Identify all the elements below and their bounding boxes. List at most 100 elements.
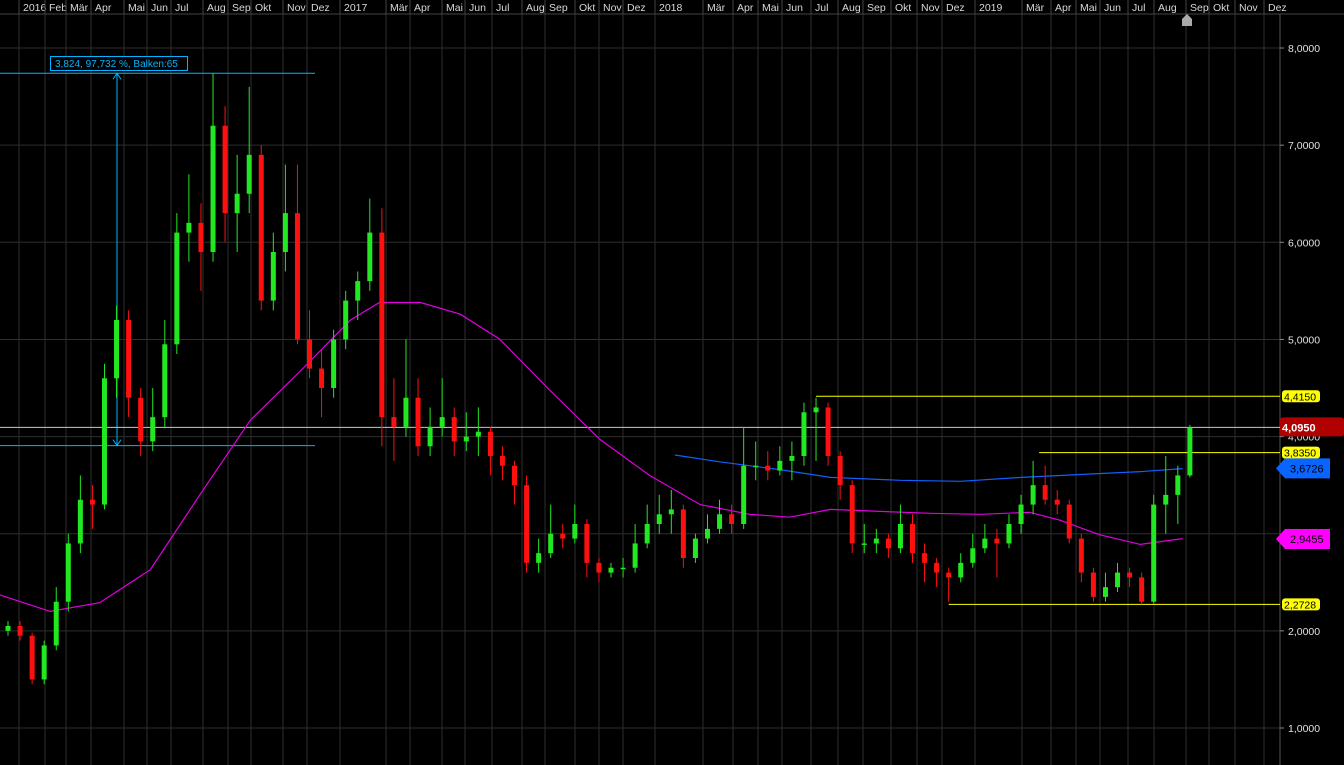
price-axis-label: 8,0000 (1288, 43, 1320, 55)
candle-body (294, 213, 300, 340)
candle-body (608, 567, 614, 573)
candle-body (307, 339, 312, 369)
candle-body (1018, 504, 1024, 525)
price-axis-label: 6,0000 (1288, 237, 1320, 249)
candle-body (873, 538, 879, 544)
candle-body (1187, 427, 1193, 476)
moving-average-blue (674, 454, 1183, 482)
time-axis-label: 2018 (659, 2, 683, 14)
candle-body (560, 533, 566, 539)
time-axis-label: Mär (1026, 2, 1045, 14)
candle-body (53, 601, 59, 646)
candle-body (403, 397, 409, 427)
time-axis-label: Aug (526, 2, 545, 14)
candle-body (704, 528, 710, 539)
candle-body (186, 222, 192, 233)
candle-body (222, 125, 228, 214)
candle-body (319, 368, 325, 389)
price-axis-label: 5,0000 (1288, 334, 1320, 346)
measure-label: 3,824, 97,732 %, Balken:65 (55, 59, 178, 70)
candle-body (572, 524, 578, 539)
candle-body (1102, 587, 1108, 597)
candle-body (17, 626, 23, 636)
candle-body (379, 232, 385, 418)
candle-body (1066, 504, 1072, 539)
moving-average-magenta (0, 301, 1183, 613)
time-axis-label: Okt (579, 2, 595, 14)
candle-body (548, 533, 554, 554)
ma-price-tag-label: 2,9455 (1290, 534, 1324, 546)
candle-body (198, 222, 204, 253)
candle-body (536, 553, 542, 563)
time-axis-label: Dez (627, 2, 646, 14)
candle-body (946, 572, 952, 578)
candle-body (1078, 538, 1084, 573)
time-axis-label: Nov (287, 2, 306, 14)
candle-body (41, 645, 47, 680)
candle-body (596, 562, 602, 573)
last-price-label: 4,0950 (1282, 422, 1316, 434)
time-axis-label: Sep (867, 2, 886, 14)
candle-body (584, 524, 590, 563)
candle-body (982, 538, 988, 549)
time-axis-label: 2017 (344, 2, 368, 14)
candle-body (1139, 577, 1145, 602)
time-axis-label: Jun (786, 2, 803, 14)
candle-body (837, 456, 843, 486)
time-axis-label: Mai (762, 2, 779, 14)
time-axis-label: Aug (842, 2, 861, 14)
candle-body (692, 538, 698, 559)
candlestick-chart[interactable]: 2016 Feb Mär Apr Mai Jun Jul Aug Sep Okt Nov Dez 201… (0, 0, 1344, 765)
candle-body (644, 524, 650, 544)
candle-body (282, 213, 288, 253)
candle-body (1175, 475, 1181, 495)
time-axis-label: Jul (815, 2, 828, 14)
candle-body (1030, 485, 1036, 505)
candle-body (668, 509, 674, 515)
candle-body (620, 567, 626, 570)
candle-body (367, 232, 373, 282)
price-tag-level-label: 4,4150 (1284, 391, 1316, 403)
candle-body (439, 417, 445, 427)
candle-body (849, 485, 855, 544)
candle-body (463, 436, 469, 442)
candle-body (1127, 572, 1133, 578)
candle-body (922, 553, 928, 563)
time-axis-label: Apr (95, 2, 112, 14)
candle-body (174, 232, 180, 345)
candle-body (114, 320, 120, 379)
scroll-to-end-icon[interactable] (1182, 14, 1192, 26)
time-axis-label: Dez (311, 2, 330, 14)
candle-body (150, 417, 156, 442)
candle-body (29, 635, 35, 680)
time-axis-label: Mär (390, 2, 409, 14)
time-axis-label: Okt (895, 2, 911, 14)
candle-body (1151, 504, 1157, 602)
candle-body (1090, 572, 1096, 597)
candle-body (126, 320, 132, 398)
candle-body (861, 543, 867, 545)
candle-body (1042, 485, 1048, 500)
time-axis-label: Aug (207, 2, 226, 14)
time-axis-label: Jul (175, 2, 188, 14)
candle-body (427, 426, 433, 447)
candle-body (825, 407, 831, 457)
candle-body (89, 499, 95, 505)
candle-body (162, 344, 168, 418)
time-axis-label: Aug (1158, 2, 1177, 14)
candle-body (741, 465, 747, 525)
ma-price-tag-label: 3,6726 (1290, 463, 1324, 475)
time-axis-label: Okt (1213, 2, 1229, 14)
time-axis-label: Nov (921, 2, 940, 14)
candle-body (512, 465, 518, 486)
candle-body (1163, 494, 1169, 505)
candle-body (451, 417, 457, 442)
candle-body (753, 465, 759, 468)
candle-body (487, 431, 493, 457)
candle-body (5, 626, 11, 631)
price-tag-level-label: 3,8350 (1284, 448, 1316, 460)
candle-body (65, 543, 71, 602)
price-axis-label: 2,0000 (1288, 626, 1320, 638)
candle-body (680, 509, 686, 559)
candle-body (101, 378, 107, 505)
